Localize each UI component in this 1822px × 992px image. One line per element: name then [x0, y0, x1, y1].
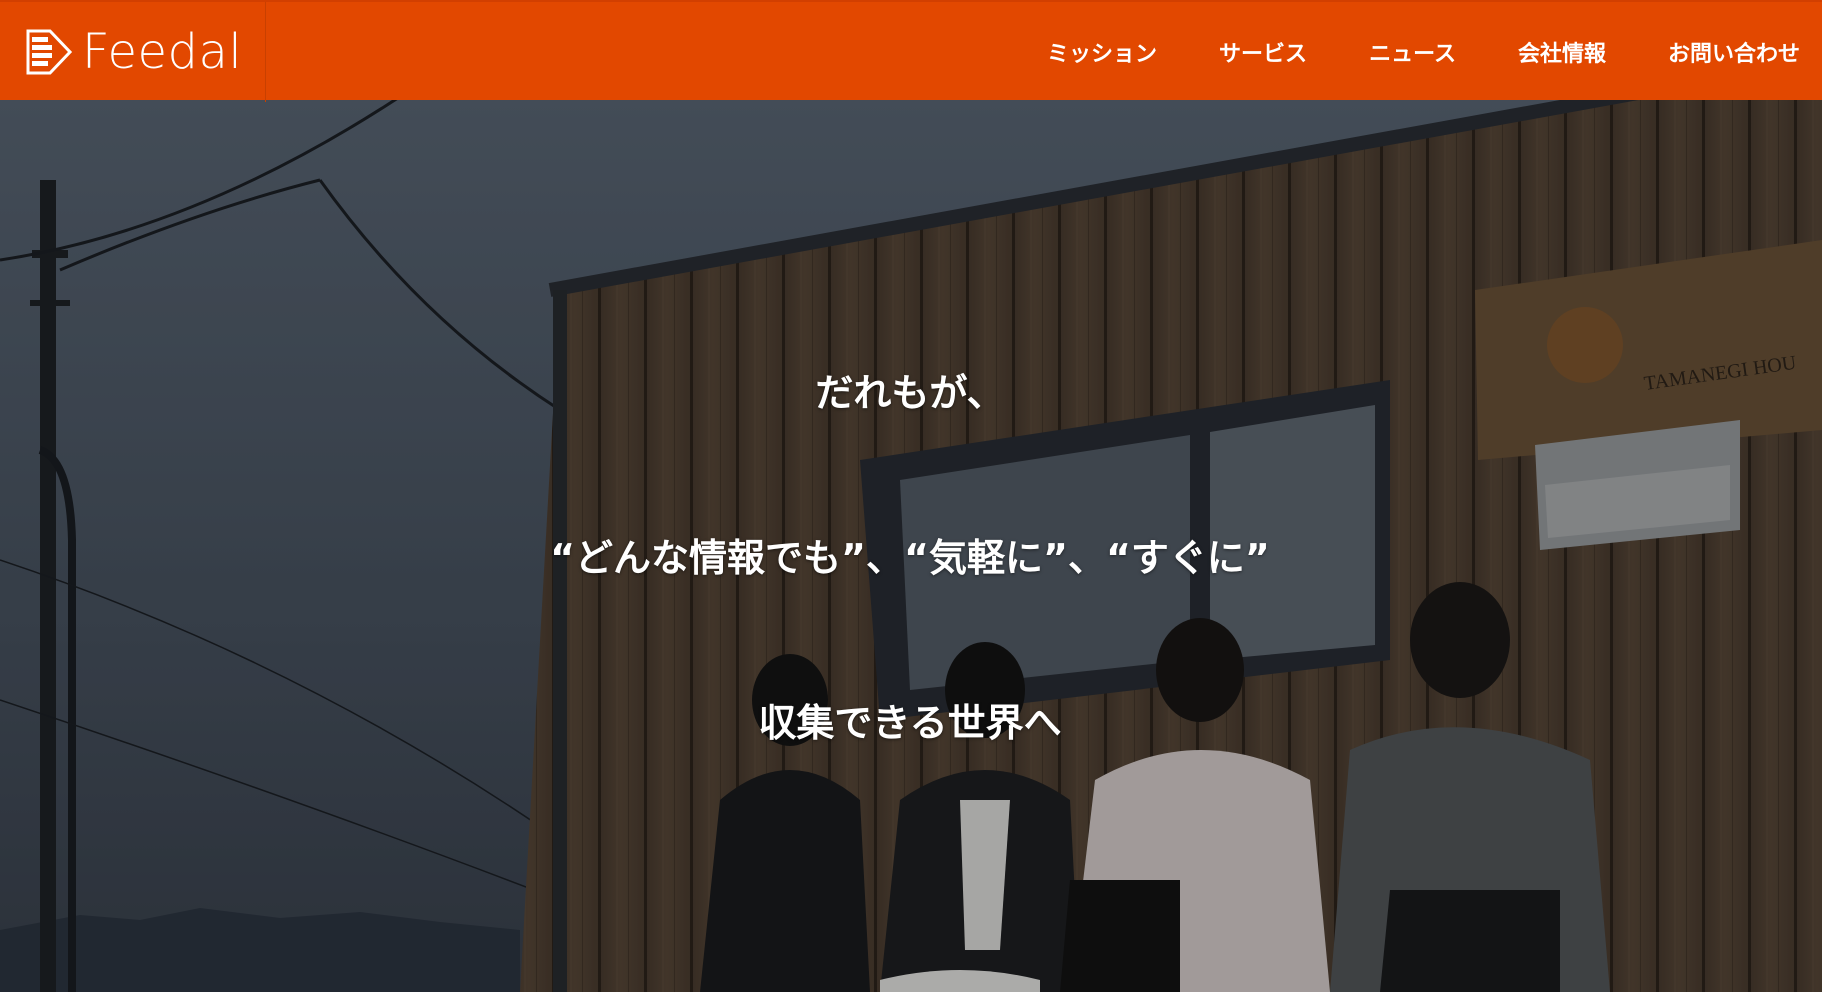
nav-item-company[interactable]: 会社情報 — [1518, 36, 1606, 68]
hero-section: TAMANEGI HOU だれもが、 “どんな情報でも”、“気軽に”、“すぐに”… — [0, 100, 1822, 992]
feedal-logo-icon — [26, 29, 72, 75]
nav-item-service[interactable]: サービス — [1219, 36, 1307, 68]
nav-item-news[interactable]: ニュース — [1369, 36, 1456, 68]
logo-text: Feedal — [82, 24, 243, 80]
nav-item-mission[interactable]: ミッション — [1047, 36, 1157, 68]
hero-heading-line-1: だれもが、 — [815, 371, 1005, 415]
hero-heading-line-2: “どんな情報でも”、“気軽に”、“すぐに” — [550, 536, 1270, 580]
logo[interactable]: Feedal — [0, 2, 266, 102]
site-header: Feedal ミッション サービス ニュース 会社情報 お問い合わせ — [0, 0, 1822, 102]
hero-heading-line-3: 収集できる世界へ — [758, 701, 1062, 745]
main-nav: ミッション サービス ニュース 会社情報 お問い合わせ — [1047, 2, 1800, 102]
nav-item-contact[interactable]: お問い合わせ — [1668, 36, 1800, 68]
page: Feedal ミッション サービス ニュース 会社情報 お問い合わせ TAMAN… — [0, 0, 1822, 992]
